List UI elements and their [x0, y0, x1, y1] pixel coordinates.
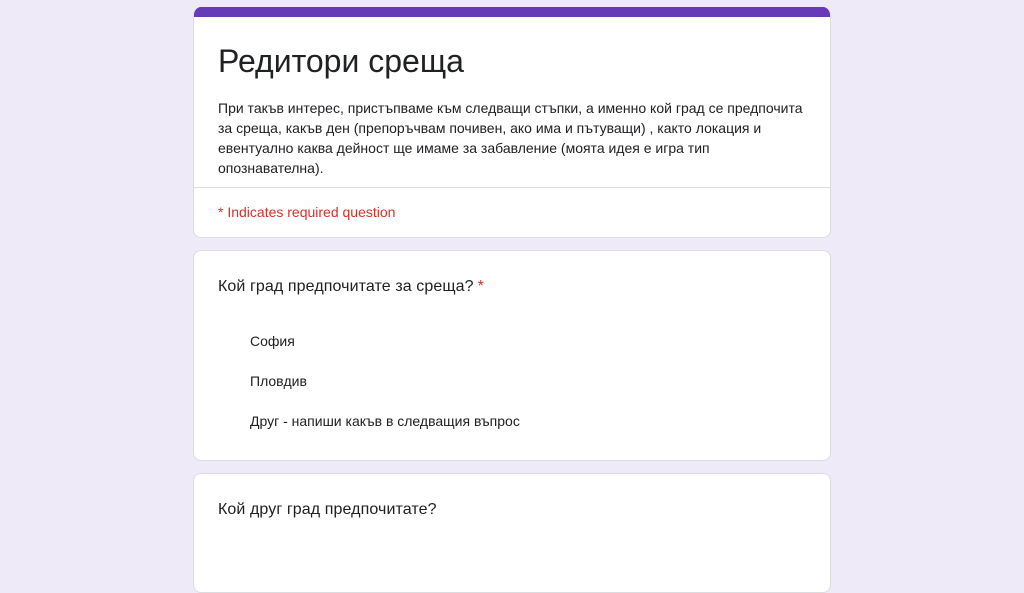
- required-question-note: * Indicates required question: [218, 204, 396, 220]
- form-header-body: Редитори среща При такъв интерес, пристъ…: [194, 17, 830, 188]
- form-page: Редитори среща При такъв интерес, пристъ…: [0, 0, 1024, 593]
- form-title: Редитори среща: [218, 43, 464, 79]
- form-header-card: Редитори среща При такъв интерес, пристъ…: [193, 7, 831, 238]
- form-description: При такъв интерес, пристъпваме към следв…: [218, 100, 803, 176]
- option-plovdiv[interactable]: Пловдив: [250, 361, 806, 401]
- required-asterisk: *: [477, 278, 484, 295]
- question-title-city: Кой град предпочитате за среща? *: [218, 275, 806, 299]
- option-sofia[interactable]: София: [250, 321, 806, 361]
- form-accent-bar: [194, 7, 830, 17]
- form-column: Редитори среща При такъв интерес, пристъ…: [193, 7, 831, 593]
- city-options: София Пловдив Друг - напиши какъв в след…: [218, 321, 806, 441]
- question-card-city: Кой град предпочитате за среща? * София П…: [193, 250, 831, 461]
- question-title-other-city: Кой друг град предпочитате?: [218, 501, 437, 518]
- option-other-city[interactable]: Друг - напиши какъв в следващия въпрос: [250, 401, 806, 441]
- question-card-other-city: Кой друг град предпочитате?: [193, 473, 831, 593]
- question-text-city: Кой град предпочитате за среща?: [218, 278, 474, 295]
